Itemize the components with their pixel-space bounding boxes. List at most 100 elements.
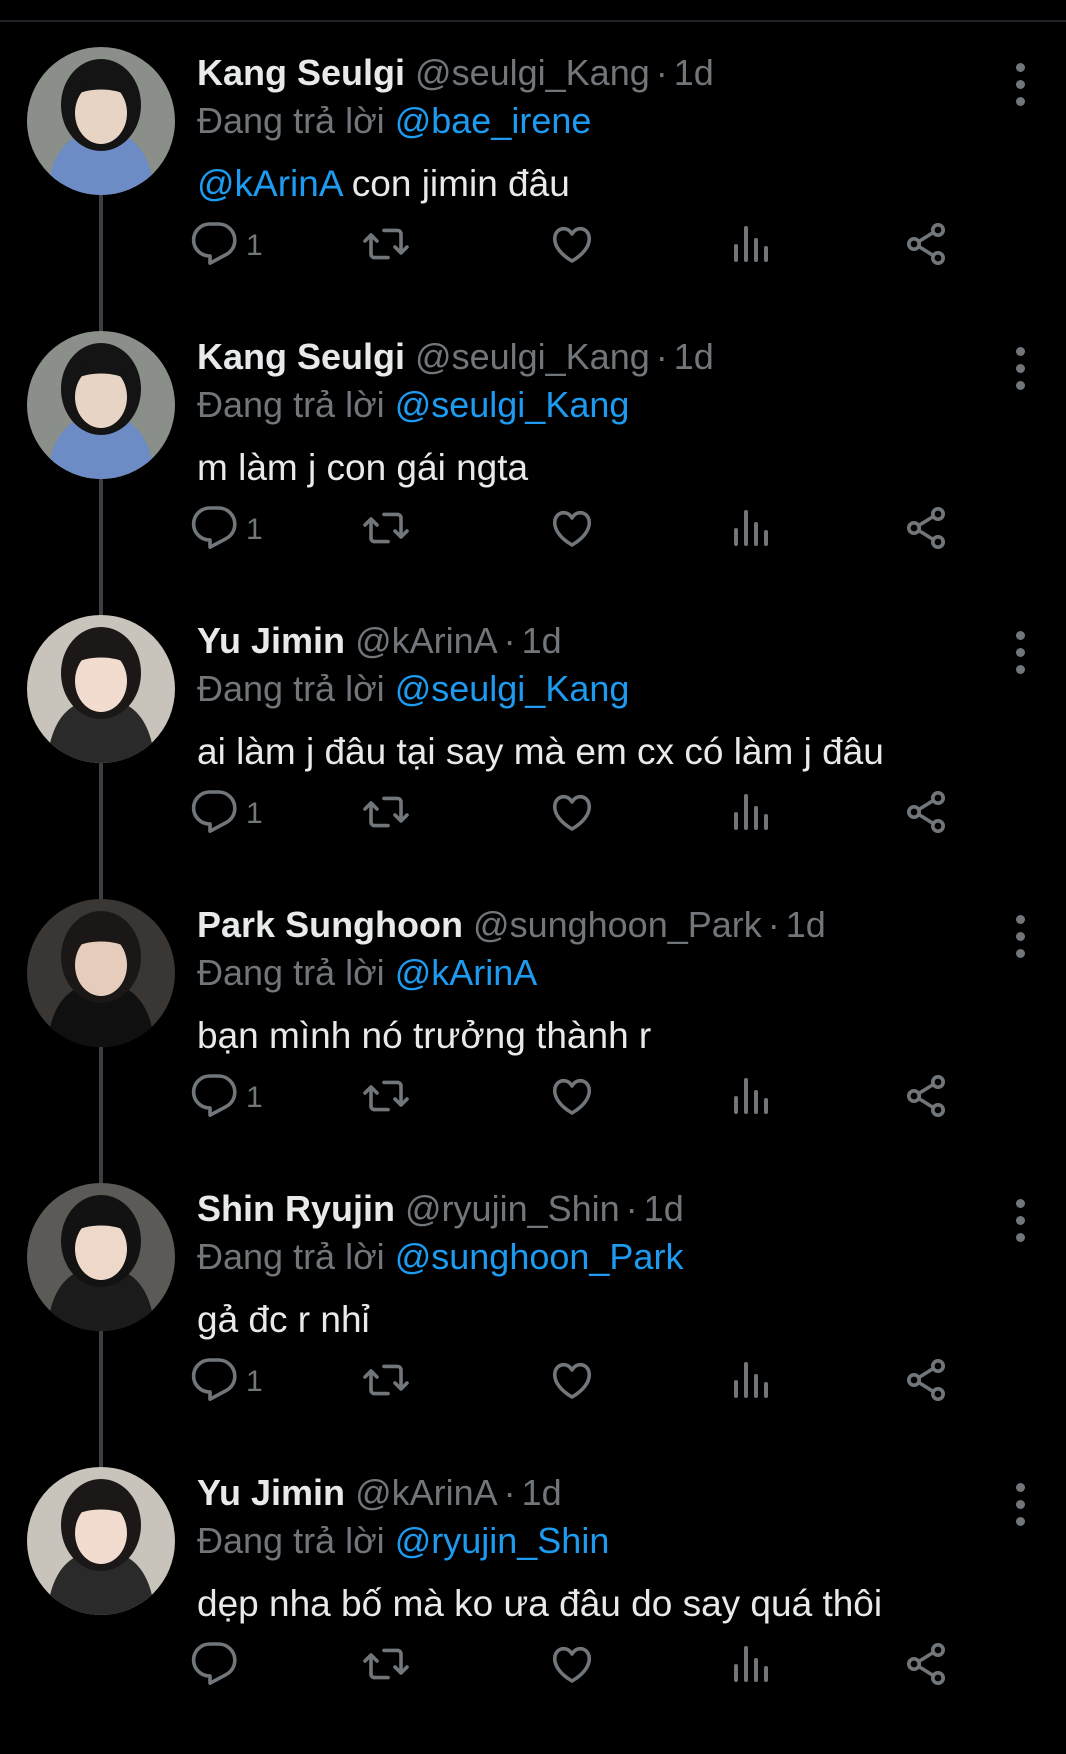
reply-button[interactable]: 1 <box>190 1068 263 1128</box>
retweet-button[interactable] <box>362 1068 410 1128</box>
replying-to-line: Đang trả lời @seulgi_Kang <box>197 664 629 714</box>
reply-count: 1 <box>246 1081 263 1114</box>
retweet-button[interactable] <box>362 1352 410 1412</box>
views-button[interactable] <box>726 1068 774 1128</box>
display-name[interactable]: Shin Ryujin <box>197 1188 395 1229</box>
tweet[interactable]: Kang Seulgi @seulgi_Kang · 1d Đang trả lời… <box>0 331 1066 618</box>
thread-connector-line <box>99 1047 103 1186</box>
timestamp[interactable]: 1d <box>674 336 714 377</box>
text-mention[interactable]: @kArinA <box>197 163 342 204</box>
views-icon <box>726 788 774 841</box>
reply-button[interactable] <box>190 1636 246 1696</box>
share-button[interactable] <box>902 1636 950 1696</box>
separator-dot: · <box>503 1472 516 1513</box>
timestamp[interactable]: 1d <box>522 1472 562 1513</box>
user-handle[interactable]: @sunghoon_Park <box>473 904 762 945</box>
reply-button[interactable]: 1 <box>190 216 263 276</box>
views-button[interactable] <box>726 216 774 276</box>
avatar[interactable] <box>27 331 175 479</box>
views-button[interactable] <box>726 1636 774 1696</box>
heart-icon <box>548 1356 596 1409</box>
retweet-button[interactable] <box>362 500 410 560</box>
action-bar <box>190 1636 1050 1696</box>
tweet[interactable]: Park Sunghoon @sunghoon_Park · 1d Đang trả… <box>0 899 1066 1186</box>
display-name[interactable]: Kang Seulgi <box>197 336 405 377</box>
share-button[interactable] <box>902 1068 950 1128</box>
thread-connector-line <box>99 1331 103 1470</box>
like-button[interactable] <box>548 216 596 276</box>
replying-to-label: Đang trả lời <box>197 384 385 425</box>
views-icon <box>726 1356 774 1409</box>
replying-to-line: Đang trả lời @ryujin_Shin <box>197 1516 609 1566</box>
share-button[interactable] <box>902 1352 950 1412</box>
tweet[interactable]: Yu Jimin @kArinA · 1d Đang trả lời @seulgi… <box>0 615 1066 902</box>
views-button[interactable] <box>726 500 774 560</box>
replying-to-mention[interactable]: @bae_irene <box>395 100 592 141</box>
separator-dot: · <box>503 620 516 661</box>
display-name[interactable]: Kang Seulgi <box>197 52 405 93</box>
views-button[interactable] <box>726 784 774 844</box>
timestamp[interactable]: 1d <box>644 1188 684 1229</box>
reply-button[interactable]: 1 <box>190 500 263 560</box>
user-handle[interactable]: @ryujin_Shin <box>405 1188 620 1229</box>
replying-to-mention[interactable]: @sunghoon_Park <box>395 1236 684 1277</box>
reply-icon <box>190 220 238 273</box>
more-options-button[interactable] <box>1000 628 1040 678</box>
share-button[interactable] <box>902 216 950 276</box>
tweet[interactable]: Shin Ryujin @ryujin_Shin · 1d Đang trả lời… <box>0 1183 1066 1470</box>
avatar[interactable] <box>27 1183 175 1331</box>
like-button[interactable] <box>548 1636 596 1696</box>
avatar[interactable] <box>27 899 175 1047</box>
separator-dot: · <box>767 904 780 945</box>
like-button[interactable] <box>548 1068 596 1128</box>
more-options-button[interactable] <box>1000 344 1040 394</box>
like-button[interactable] <box>548 784 596 844</box>
avatar[interactable] <box>27 615 175 763</box>
tweet[interactable]: Kang Seulgi @seulgi_Kang · 1d Đang trả lời… <box>0 47 1066 334</box>
avatar[interactable] <box>27 47 175 195</box>
more-options-button[interactable] <box>1000 1196 1040 1246</box>
retweet-button[interactable] <box>362 216 410 276</box>
like-button[interactable] <box>548 500 596 560</box>
retweet-button[interactable] <box>362 1636 410 1696</box>
reply-button[interactable]: 1 <box>190 1352 263 1412</box>
retweet-button[interactable] <box>362 784 410 844</box>
user-handle[interactable]: @kArinA <box>355 1472 498 1513</box>
tweet-header: Park Sunghoon @sunghoon_Park · 1d <box>197 900 826 950</box>
timestamp[interactable]: 1d <box>786 904 826 945</box>
display-name[interactable]: Park Sunghoon <box>197 904 463 945</box>
reply-button[interactable]: 1 <box>190 784 263 844</box>
replying-to-line: Đang trả lời @kArinA <box>197 948 537 998</box>
like-button[interactable] <box>548 1352 596 1412</box>
heart-icon <box>548 1072 596 1125</box>
replying-to-mention[interactable]: @ryujin_Shin <box>395 1520 610 1561</box>
more-options-button[interactable] <box>1000 1480 1040 1530</box>
share-button[interactable] <box>902 500 950 560</box>
timestamp[interactable]: 1d <box>522 620 562 661</box>
avatar[interactable] <box>27 1467 175 1615</box>
thread-connector-line <box>99 763 103 902</box>
share-button[interactable] <box>902 784 950 844</box>
replying-to-mention[interactable]: @seulgi_Kang <box>395 668 630 709</box>
user-handle[interactable]: @seulgi_Kang <box>415 52 650 93</box>
tweet[interactable]: Yu Jimin @kArinA · 1d Đang trả lời @ryujin… <box>0 1467 1066 1754</box>
views-button[interactable] <box>726 1352 774 1412</box>
timestamp[interactable]: 1d <box>674 52 714 93</box>
replying-to-line: Đang trả lời @seulgi_Kang <box>197 380 629 430</box>
heart-icon <box>548 220 596 273</box>
replying-to-mention[interactable]: @seulgi_Kang <box>395 384 630 425</box>
user-handle[interactable]: @kArinA <box>355 620 498 661</box>
heart-icon <box>548 1640 596 1693</box>
more-options-button[interactable] <box>1000 60 1040 110</box>
share-icon <box>902 1072 950 1125</box>
display-name[interactable]: Yu Jimin <box>197 1472 345 1513</box>
views-icon <box>726 1640 774 1693</box>
avatar-image <box>27 331 175 479</box>
tweet-text-content: dẹp nha bố mà ko ưa đâu do say quá thôi <box>197 1583 883 1624</box>
display-name[interactable]: Yu Jimin <box>197 620 345 661</box>
user-handle[interactable]: @seulgi_Kang <box>415 336 650 377</box>
tweet-text-content: con jimin đâu <box>341 163 570 204</box>
more-options-button[interactable] <box>1000 912 1040 962</box>
retweet-icon <box>362 1640 410 1693</box>
replying-to-mention[interactable]: @kArinA <box>395 952 538 993</box>
